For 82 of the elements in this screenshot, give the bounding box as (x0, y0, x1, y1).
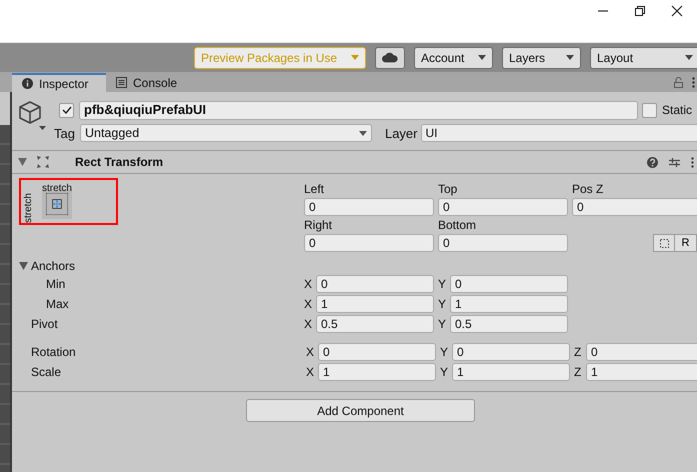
layout-dropdown[interactable]: Layout (590, 46, 697, 68)
dotted-square-icon (660, 238, 668, 248)
field-label: Min (45, 277, 66, 291)
close-icon[interactable] (671, 5, 683, 17)
check-icon (62, 106, 72, 114)
number-field[interactable]: 0 (316, 275, 434, 293)
raw-edit-button[interactable]: R (675, 234, 697, 252)
blueprint-mode-button[interactable] (653, 234, 675, 252)
number-field[interactable]: 1 (586, 363, 697, 381)
cube-icon[interactable] (18, 100, 46, 130)
axis-label: Y (440, 365, 449, 379)
axis-label: Z (574, 365, 582, 379)
anchors-label: Anchors (31, 258, 76, 272)
field-label: Bottom (438, 218, 478, 233)
field-label: Rotation (30, 345, 77, 359)
number-field[interactable]: 0 (438, 234, 568, 252)
tag-dropdown[interactable]: Untagged (80, 124, 372, 142)
panel-tab[interactable]: Inspector (12, 73, 106, 92)
horizontal-anchor-label: stretch (42, 183, 72, 193)
lock-icon[interactable] (674, 76, 683, 88)
tag-label: Tag (54, 126, 75, 140)
caret-icon (566, 55, 574, 60)
info-icon (22, 78, 33, 89)
presets-icon[interactable] (669, 156, 680, 168)
number-field[interactable]: 1 (452, 363, 570, 381)
axis-label: Y (438, 297, 447, 311)
field-label: Scale (30, 365, 62, 379)
more-icon[interactable] (691, 156, 694, 168)
field-label: Top (438, 182, 458, 197)
axis-label: X (304, 297, 313, 311)
caret-icon (358, 130, 367, 136)
number-field[interactable]: 0.5 (316, 315, 434, 333)
caret-icon (351, 55, 359, 60)
number-field[interactable]: 0 (450, 275, 568, 293)
more-icon[interactable] (692, 76, 695, 88)
foldout-arrow-icon[interactable] (19, 262, 28, 270)
caret-icon (478, 55, 486, 60)
layer-label: Layer (384, 126, 418, 140)
number-field[interactable]: 0 (586, 343, 697, 361)
caret-icon (685, 55, 693, 60)
add-component-button[interactable]: Add Component (246, 399, 475, 422)
account-dropdown[interactable]: Account (414, 46, 493, 68)
foldout-arrow-icon[interactable] (18, 158, 27, 166)
field-label: Max (45, 297, 70, 311)
layers-dropdown[interactable]: Layers (502, 46, 581, 68)
name-field[interactable]: pfb&qiuqiuPrefabUI (79, 100, 638, 120)
field-label: Pos Z (572, 182, 604, 197)
axis-label: Z (574, 345, 582, 359)
number-field[interactable]: 0 (438, 198, 568, 216)
field-label: Right (304, 218, 334, 233)
axis-label: X (306, 365, 315, 379)
number-field[interactable]: 0 (318, 343, 436, 361)
axis-label: X (306, 345, 315, 359)
cloud-button[interactable] (375, 46, 405, 68)
axis-label: Y (438, 317, 447, 331)
number-field[interactable]: 0.5 (450, 315, 568, 333)
number-field[interactable]: 1 (316, 295, 434, 313)
axis-label: Y (438, 277, 447, 291)
number-field[interactable]: 1 (450, 295, 568, 313)
component-title: Rect Transform (75, 155, 164, 169)
number-field[interactable]: 0 (572, 198, 697, 216)
number-field[interactable]: 0 (304, 198, 434, 216)
panel-tab[interactable]: Console (106, 73, 192, 92)
restore-icon[interactable] (634, 5, 646, 17)
number-field[interactable]: 1 (318, 363, 436, 381)
help-icon[interactable] (647, 156, 658, 168)
field-label: Pivot (30, 317, 59, 331)
anchor-preset-widget[interactable]: stretch stretch (19, 178, 118, 225)
field-label: Left (304, 182, 326, 197)
active-checkbox[interactable] (59, 102, 74, 118)
number-field[interactable]: 0 (452, 343, 570, 361)
static-label: Static (662, 103, 692, 117)
list-icon (116, 77, 127, 88)
cloud-icon (382, 52, 398, 63)
vertical-anchor-label: stretch (24, 192, 33, 223)
number-field[interactable]: 0 (304, 234, 434, 252)
axis-label: Y (440, 345, 449, 359)
rect-transform-icon (37, 156, 49, 168)
layer-dropdown[interactable]: UI (420, 124, 697, 142)
axis-label: X (304, 277, 313, 291)
axis-label: X (304, 317, 313, 331)
static-checkbox[interactable] (642, 102, 657, 118)
